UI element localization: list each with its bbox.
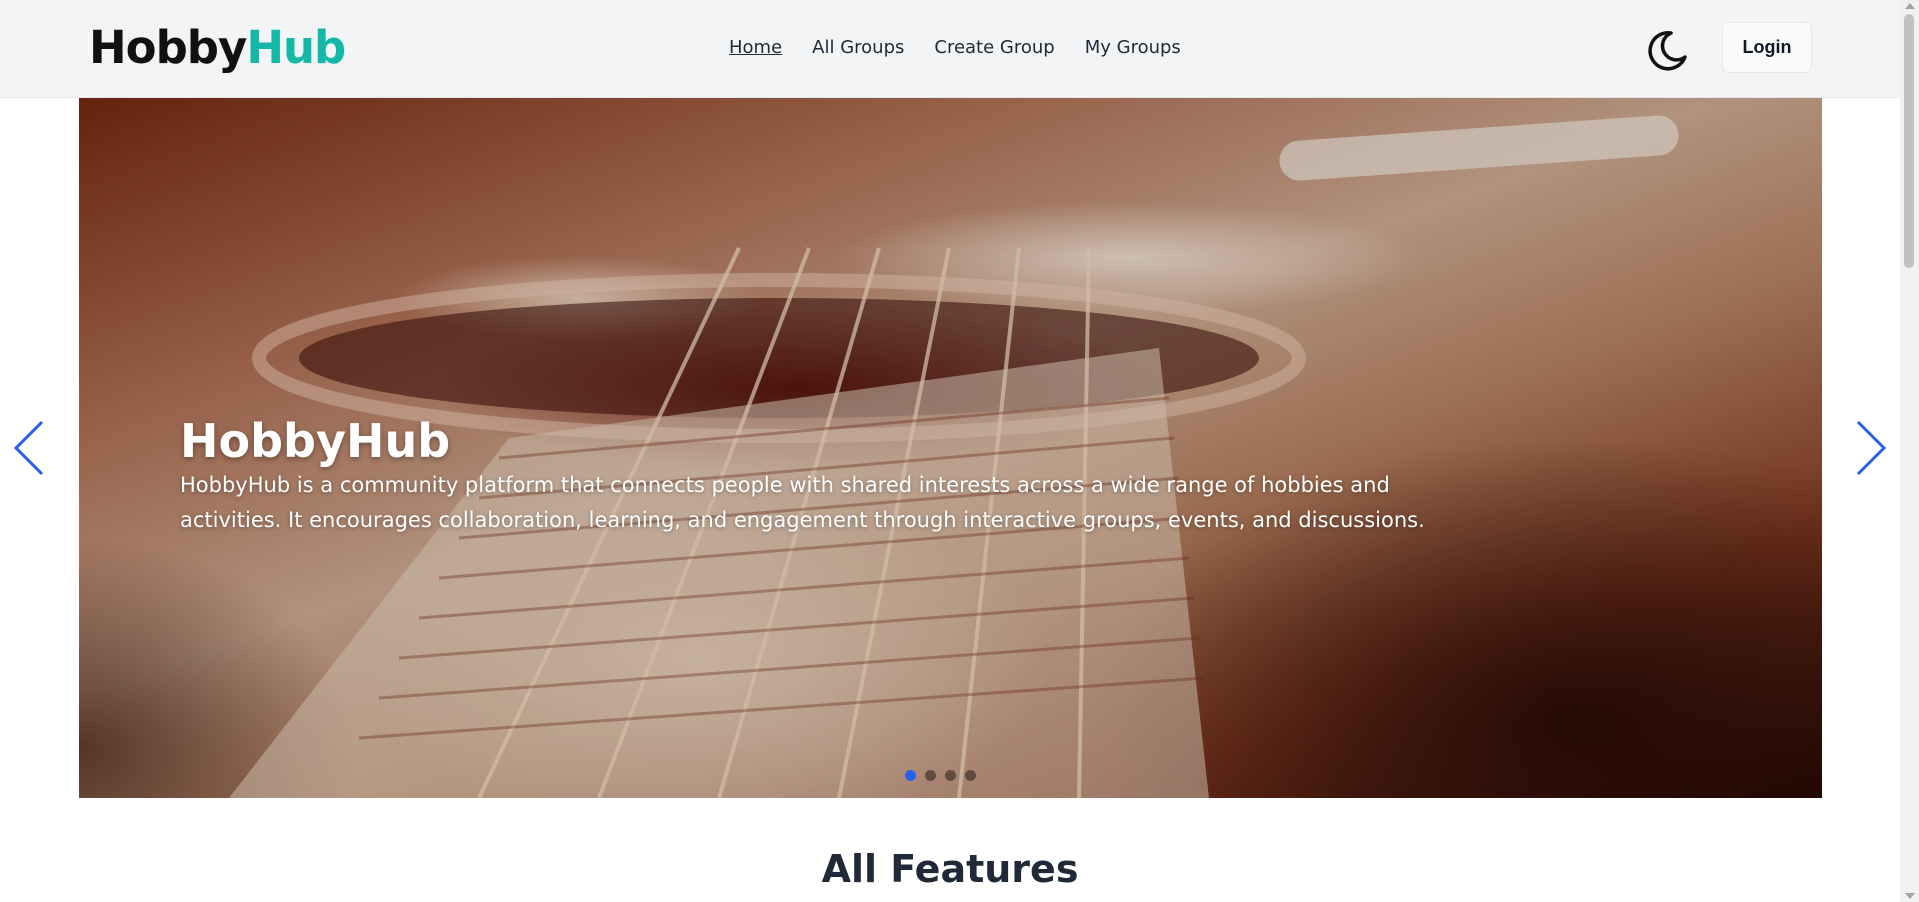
chevron-right-icon[interactable] bbox=[1850, 418, 1890, 478]
carousel-dot-3[interactable] bbox=[945, 770, 956, 781]
brand-name-main: Hobby bbox=[89, 21, 247, 74]
nav-link-home[interactable]: Home bbox=[729, 36, 782, 60]
moon-icon[interactable] bbox=[1641, 25, 1691, 75]
page: HobbyHub Home All Groups Create Group My… bbox=[0, 0, 1919, 902]
brand-name-accent: Hub bbox=[246, 21, 346, 74]
chevron-left-icon[interactable] bbox=[10, 418, 50, 478]
nav-link-all-groups[interactable]: All Groups bbox=[812, 36, 904, 60]
carousel-dot-1[interactable] bbox=[905, 770, 916, 781]
features-title: All Features bbox=[821, 847, 1079, 891]
carousel-dot-2[interactable] bbox=[925, 770, 936, 781]
hero-description: HobbyHub is a community platform that co… bbox=[180, 473, 1425, 532]
scroll-up-icon[interactable] bbox=[1905, 3, 1915, 9]
carousel-indicators bbox=[905, 770, 976, 781]
brand-logo[interactable]: HobbyHub bbox=[89, 20, 346, 76]
nav-link-my-groups[interactable]: My Groups bbox=[1085, 36, 1181, 60]
hero-title: HobbyHub bbox=[180, 414, 451, 468]
nav-link-create-group[interactable]: Create Group bbox=[934, 36, 1054, 60]
main-nav: Home All Groups Create Group My Groups bbox=[729, 36, 1181, 60]
carousel-dot-4[interactable] bbox=[965, 770, 976, 781]
scrollbar-thumb[interactable] bbox=[1904, 14, 1914, 268]
hero-carousel: HobbyHub HobbyHub is a community platfor… bbox=[79, 98, 1822, 798]
scroll-down-icon[interactable] bbox=[1905, 893, 1915, 899]
navbar: HobbyHub Home All Groups Create Group My… bbox=[0, 0, 1900, 98]
login-button[interactable]: Login bbox=[1722, 22, 1812, 73]
page-scrollbar[interactable] bbox=[1900, 0, 1919, 902]
